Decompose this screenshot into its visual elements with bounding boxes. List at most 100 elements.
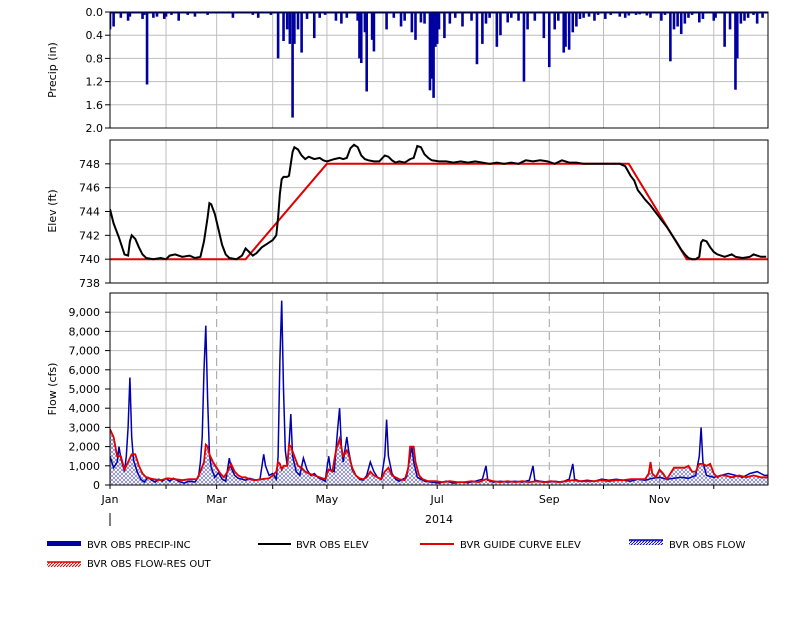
precip-bar [293,12,296,44]
legend-item-resout: BVR OBS FLOW-RES OUT [47,559,212,570]
precip-bar [728,12,732,30]
legend-item-guide: BVR GUIDE CURVE ELEV [420,540,581,551]
precip-bar [679,12,683,35]
precip-bar [282,12,285,41]
elev-y-ticks: 738 740 742 744 746 748 [79,158,110,290]
precip-bar [461,12,464,27]
legend: BVR OBS PRECIP-INC BVR OBS ELEV BVR GUID… [47,539,745,570]
y-tick-label: 7,000 [69,345,101,358]
precip-bar [481,12,484,44]
precip-bar [419,12,423,23]
precip-bar [499,12,502,36]
flow-y-axis-label: Flow (cfs) [46,363,59,416]
precip-bar [423,12,426,24]
legend-label-guide: BVR GUIDE CURVE ELEV [460,540,581,551]
y-tick-label: 746 [79,182,100,195]
y-tick-label: 4,000 [69,402,101,415]
x-tick-label: Sep [539,493,560,506]
legend-item-precip: BVR OBS PRECIP-INC [47,540,191,551]
precip-bar [288,12,292,44]
precip-bar [312,12,316,39]
y-tick-label: 5,000 [69,383,101,396]
y-tick-label: 6,000 [69,364,101,377]
precip-bar [410,12,414,33]
precip-bar [739,12,743,24]
precip-bar [399,12,403,27]
precip-bar [506,12,509,23]
y-tick-label: 1,000 [69,460,101,473]
y-tick-label: 9,000 [69,306,101,319]
legend-label-elev: BVR OBS ELEV [296,540,369,551]
y-tick-label: 0.4 [86,29,104,42]
legend-label-precip: BVR OBS PRECIP-INC [87,540,191,551]
elev-panel: 738 740 742 744 746 748 Elev (ft) [46,139,769,290]
precip-bar [475,12,479,65]
hydrograph-chart: 0.0 0.4 0.8 1.2 1.6 2.0 Precip (in) 738 740 742… [46,6,769,570]
y-tick-label: 2,000 [69,441,101,454]
precip-bar [564,12,567,47]
precip-bar [672,12,676,30]
y-tick-label: 740 [79,253,100,266]
flow-y-ticks: 0 1,000 2,000 3,000 4,000 5,000 6,000 7,000 8,00… [69,306,110,492]
precip-bar [755,12,759,24]
precip-bar [553,12,556,30]
precip-bar [437,12,441,30]
y-tick-label: 3,000 [69,421,101,434]
precip-bar [484,12,488,24]
precip-bar [676,12,679,27]
precip-bar [669,12,672,62]
x-tick-label: Jan [101,493,119,506]
precip-bar [285,12,289,30]
precip-bar [522,12,526,82]
y-tick-label: 2.0 [86,122,104,135]
precip-bar [296,12,300,30]
y-tick-label: 748 [79,158,100,171]
y-tick-label: 0 [93,479,100,492]
precip-bar [448,12,452,24]
precip-bar [735,12,739,59]
y-tick-label: 0.8 [86,52,104,65]
precip-bar [723,12,726,47]
precip-y-ticks: 0.0 0.4 0.8 1.2 1.6 2.0 [86,6,110,135]
precip-bar [414,12,417,40]
y-tick-label: 1.2 [86,76,104,89]
precip-bar [542,12,546,39]
y-tick-label: 1.6 [86,99,104,112]
precip-bar [575,12,578,27]
x-tick-label: Jul [430,493,444,506]
x-tick-label: Nov [649,493,671,506]
y-tick-label: 0.0 [86,6,104,19]
y-tick-label: 742 [79,229,100,242]
precip-bar [276,12,280,59]
precip-bar [112,12,115,27]
y-tick-label: 738 [79,277,100,290]
precip-bar [683,12,687,24]
precip-bar [372,12,376,52]
precip-bar [365,12,368,92]
x-tick-label: Mar [206,493,227,506]
precip-bar [495,12,499,47]
legend-label-resout: BVR OBS FLOW-RES OUT [87,559,212,570]
precip-bar [567,12,571,50]
legend-label-flow: BVR OBS FLOW [669,540,745,551]
precip-bar [340,12,343,24]
precip-panel: 0.0 0.4 0.8 1.2 1.6 2.0 Precip (in) [46,6,769,135]
elev-y-axis-label: Elev (ft) [46,189,59,232]
precip-bar [698,12,701,23]
legend-item-flow: BVR OBS FLOW [629,539,745,551]
year-label: 2014 [425,513,453,526]
precip-bar [300,12,303,53]
legend-swatch-precip [47,541,81,546]
precip-bar [145,12,149,85]
precip-bar [385,12,388,30]
y-tick-label: 744 [79,206,100,219]
precip-bar [571,12,575,33]
flow-panel: 0 1,000 2,000 3,000 4,000 5,000 6,000 7,000 8,00… [46,292,769,526]
precip-bar [359,12,363,64]
precip-bar [443,12,446,39]
precip-y-axis-label: Precip (in) [46,42,59,98]
legend-item-elev: BVR OBS ELEV [258,540,369,551]
y-tick-label: 8,000 [69,325,101,338]
flow-x-ticks: Jan Mar May Jul Sep Nov [101,485,715,506]
x-tick-label: May [316,493,339,506]
